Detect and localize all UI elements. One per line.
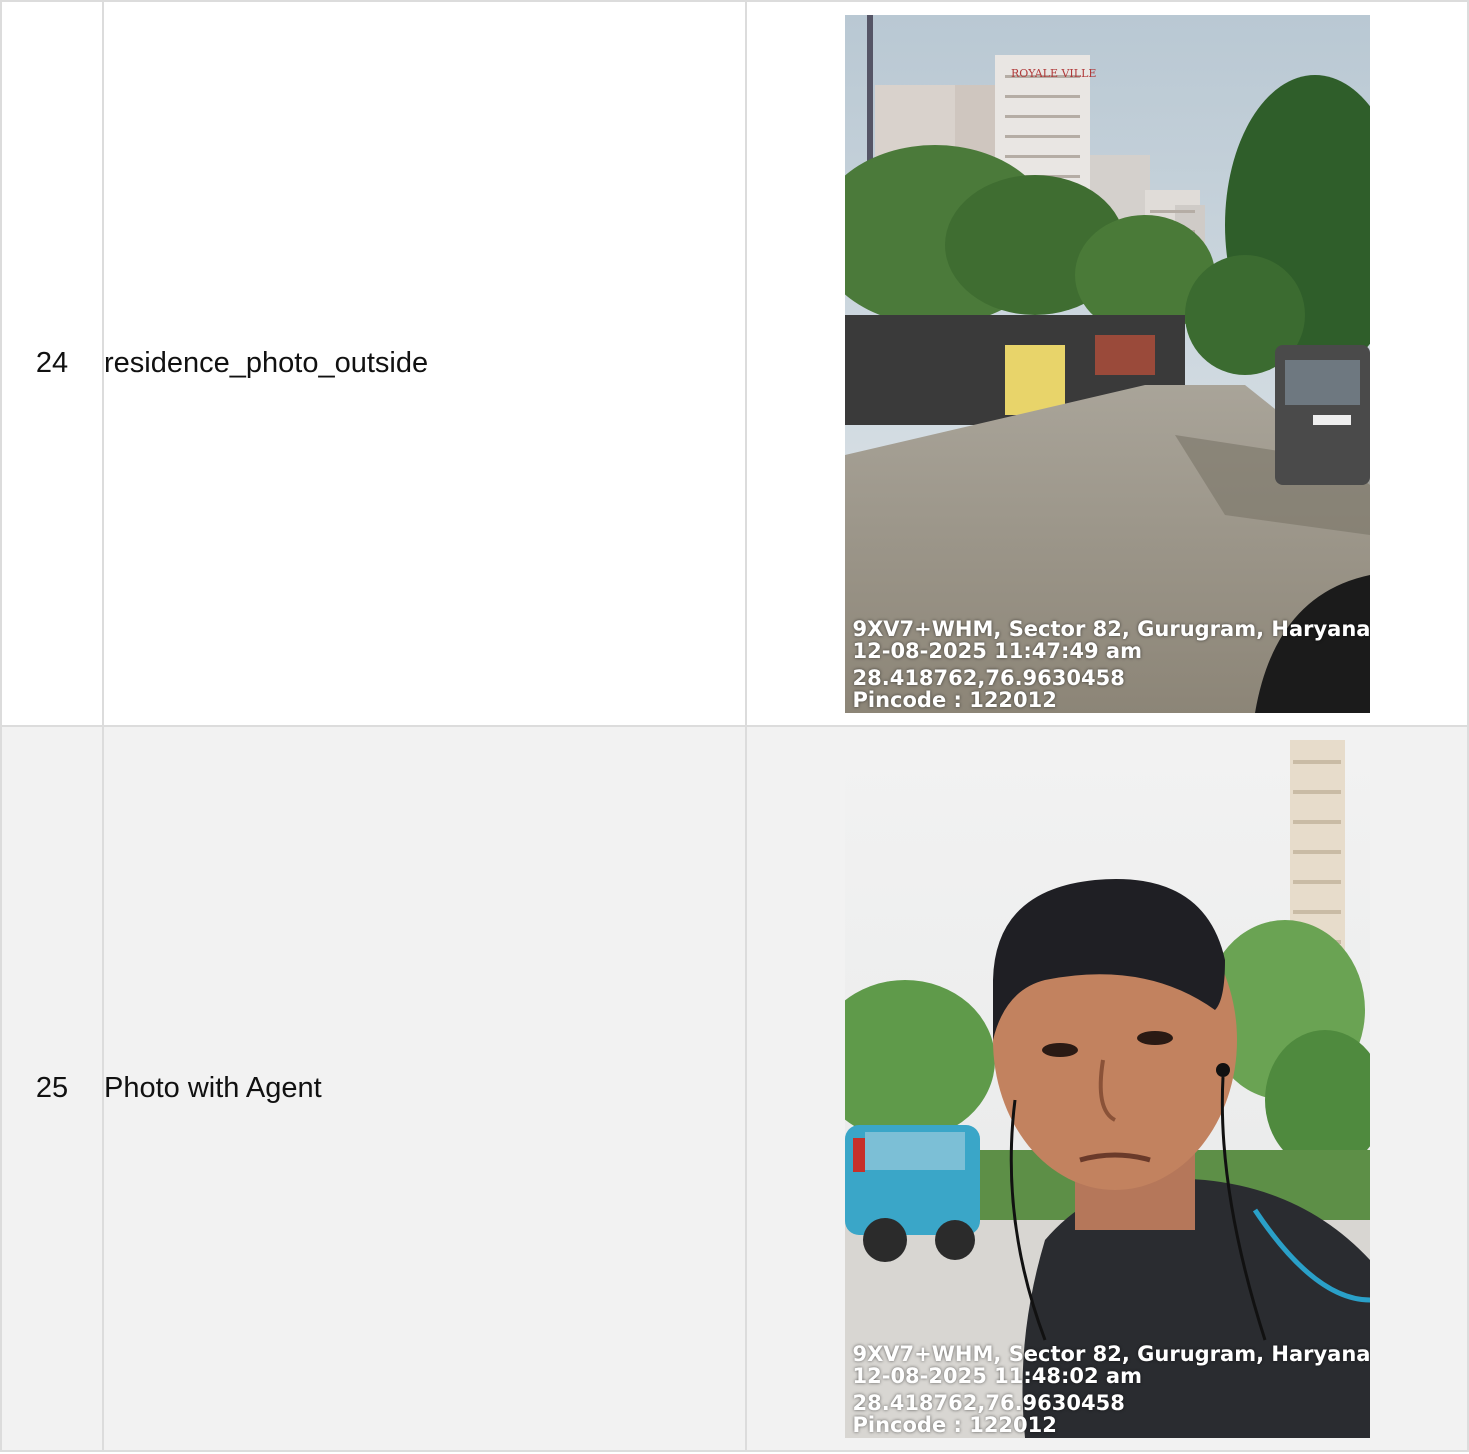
row-label: Photo with Agent [102, 725, 747, 1452]
stamp-datetime: 12-08-2025 11:47:49 am [852, 638, 1142, 663]
stamp-address: 9XV7+WHM, Sector 82, Gurugram, Haryana 1… [852, 1341, 1370, 1366]
stamp-coords: 28.418762,76.9630458 [852, 665, 1125, 690]
row-number: 25 [0, 725, 104, 1452]
row-label: residence_photo_outside [102, 0, 747, 727]
residence-photo: ROYALE VILLE 9XV7+WHM, Sector 82, Gurugr… [844, 14, 1370, 713]
row-number: 24 [0, 0, 104, 727]
stamp-coords: 28.418762,76.9630458 [852, 1390, 1125, 1415]
photo-evidence-table: 24 residence_photo_outside ROYALE VILLE … [0, 0, 1469, 1452]
agent-photo: 9XV7+WHM, Sector 82, Gurugram, Haryana 1… [844, 739, 1370, 1438]
photo-cell: 9XV7+WHM, Sector 82, Gurugram, Haryana 1… [745, 725, 1469, 1452]
street-scene-image: ROYALE VILLE [844, 14, 1370, 713]
geo-stamp: 9XV7+WHM, Sector 82, Gurugram, Haryana 1… [853, 1343, 1370, 1436]
table-row: 24 residence_photo_outside ROYALE VILLE … [0, 0, 1469, 727]
stamp-pincode: Pincode : 122012 [852, 1412, 1057, 1437]
geo-stamp: 9XV7+WHM, Sector 82, Gurugram, Haryana 1… [853, 618, 1370, 711]
photo-cell: ROYALE VILLE 9XV7+WHM, Sector 82, Gurugr… [745, 0, 1469, 727]
building-sign: ROYALE VILLE [1011, 67, 1096, 80]
stamp-pincode: Pincode : 122012 [852, 687, 1057, 712]
stamp-datetime: 12-08-2025 11:48:02 am [852, 1363, 1142, 1388]
table-row: 25 Photo with Agent 9XV7+WHM, Sector 82,… [0, 725, 1469, 1452]
agent-selfie-image [844, 739, 1370, 1438]
stamp-address: 9XV7+WHM, Sector 82, Gurugram, Haryana 1… [852, 616, 1370, 641]
